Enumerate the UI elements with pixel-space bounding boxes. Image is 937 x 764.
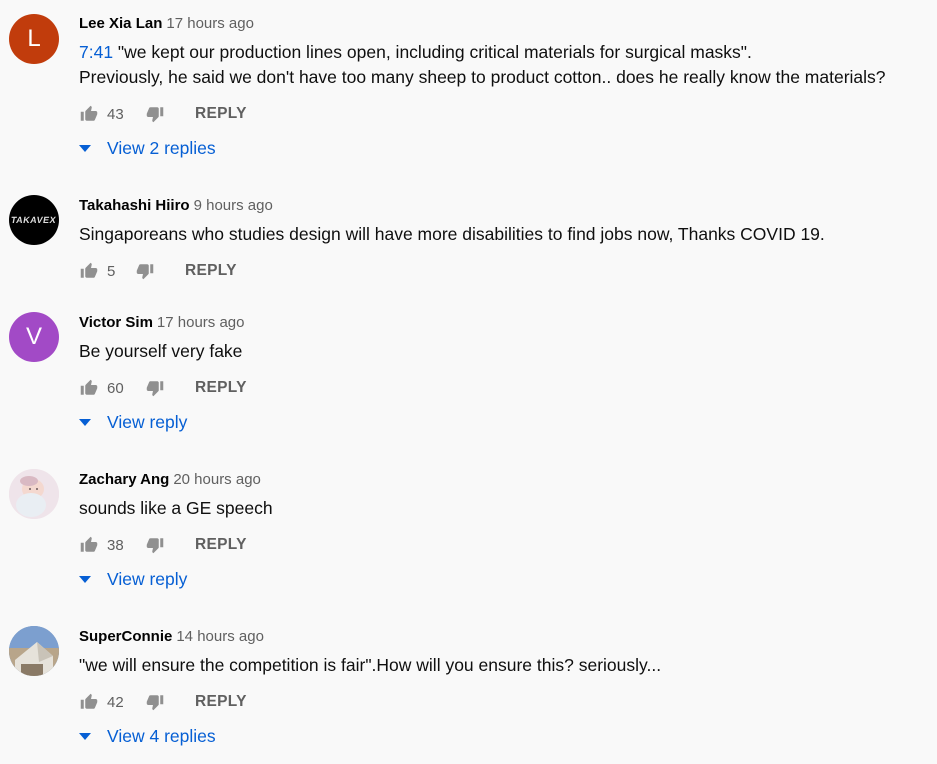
building-photo-avatar-image <box>9 626 59 676</box>
view-replies-button[interactable]: View reply <box>79 569 187 590</box>
comment-body: "we will ensure the competition is fair"… <box>79 655 662 675</box>
thumb-up-icon[interactable] <box>79 693 99 711</box>
comment-time[interactable]: 17 hours ago <box>166 15 254 32</box>
caret-down-icon <box>79 144 91 152</box>
thumb-down-icon[interactable] <box>145 379 165 397</box>
thumb-up-icon[interactable] <box>79 105 99 123</box>
like-count: 38 <box>107 536 124 554</box>
comment-header: Zachary Ang 20 hours ago <box>79 471 261 488</box>
reply-button[interactable]: REPLY <box>195 379 247 397</box>
comment-header: Victor Sim 17 hours ago <box>79 314 245 331</box>
baby-photo-avatar-image <box>9 469 59 519</box>
comment-body: "we kept our production lines open, incl… <box>79 42 886 87</box>
reply-button[interactable]: REPLY <box>185 262 237 280</box>
like-count: 43 <box>107 105 124 123</box>
reply-button[interactable]: REPLY <box>195 105 247 123</box>
author-name[interactable]: Takahashi Hiiro <box>79 197 190 214</box>
comment-text: 7:41 "we kept our production lines open,… <box>79 40 886 90</box>
view-replies-label: View 2 replies <box>107 138 216 158</box>
comment-actions: 60 REPLY <box>79 379 247 397</box>
view-replies-label: View reply <box>107 412 188 432</box>
avatar[interactable]: L <box>9 14 59 64</box>
author-name[interactable]: Lee Xia Lan <box>79 15 162 32</box>
comment-time[interactable]: 9 hours ago <box>194 197 273 214</box>
avatar[interactable] <box>9 469 59 519</box>
avatar[interactable]: TAKAVEX <box>9 195 59 245</box>
comment-time[interactable]: 20 hours ago <box>173 471 261 488</box>
comment-time[interactable]: 17 hours ago <box>157 314 245 331</box>
like-count: 60 <box>107 379 124 397</box>
thumb-up-icon[interactable] <box>79 379 99 397</box>
avatar[interactable]: V <box>9 312 59 362</box>
comment-actions: 43 REPLY <box>79 105 247 123</box>
comment-actions: 5 REPLY <box>79 262 237 280</box>
avatar[interactable] <box>9 626 59 676</box>
comment-header: SuperConnie 14 hours ago <box>79 628 264 645</box>
comment-header: Takahashi Hiiro 9 hours ago <box>79 197 273 214</box>
caret-down-icon <box>79 732 91 740</box>
thumb-up-icon[interactable] <box>79 536 99 554</box>
reply-button[interactable]: REPLY <box>195 536 247 554</box>
author-name[interactable]: SuperConnie <box>79 628 172 645</box>
comment-header: Lee Xia Lan 17 hours ago <box>79 15 254 32</box>
like-count: 42 <box>107 693 124 711</box>
comment-actions: 42 REPLY <box>79 693 247 711</box>
view-replies-button[interactable]: View 2 replies <box>79 138 216 159</box>
comment-actions: 38 REPLY <box>79 536 247 554</box>
thumb-down-icon[interactable] <box>145 105 165 123</box>
thumb-down-icon[interactable] <box>145 536 165 554</box>
view-replies-label: View 4 replies <box>107 726 216 746</box>
comment-body: Be yourself very fake <box>79 341 243 361</box>
comment-body: Singaporeans who studies design will hav… <box>79 224 825 244</box>
view-replies-label: View reply <box>107 569 188 589</box>
author-name[interactable]: Victor Sim <box>79 314 153 331</box>
author-name[interactable]: Zachary Ang <box>79 471 169 488</box>
comment-body: sounds like a GE speech <box>79 498 273 518</box>
like-count: 5 <box>107 262 116 280</box>
comment-time[interactable]: 14 hours ago <box>176 628 264 645</box>
thumb-down-icon[interactable] <box>135 262 155 280</box>
thumb-down-icon[interactable] <box>145 693 165 711</box>
thumb-up-icon[interactable] <box>79 262 99 280</box>
timestamp-link[interactable]: 7:41 <box>79 42 113 62</box>
view-replies-button[interactable]: View reply <box>79 412 187 433</box>
caret-down-icon <box>79 418 91 426</box>
caret-down-icon <box>79 575 91 583</box>
reply-button[interactable]: REPLY <box>195 693 247 711</box>
view-replies-button[interactable]: View 4 replies <box>79 726 216 747</box>
